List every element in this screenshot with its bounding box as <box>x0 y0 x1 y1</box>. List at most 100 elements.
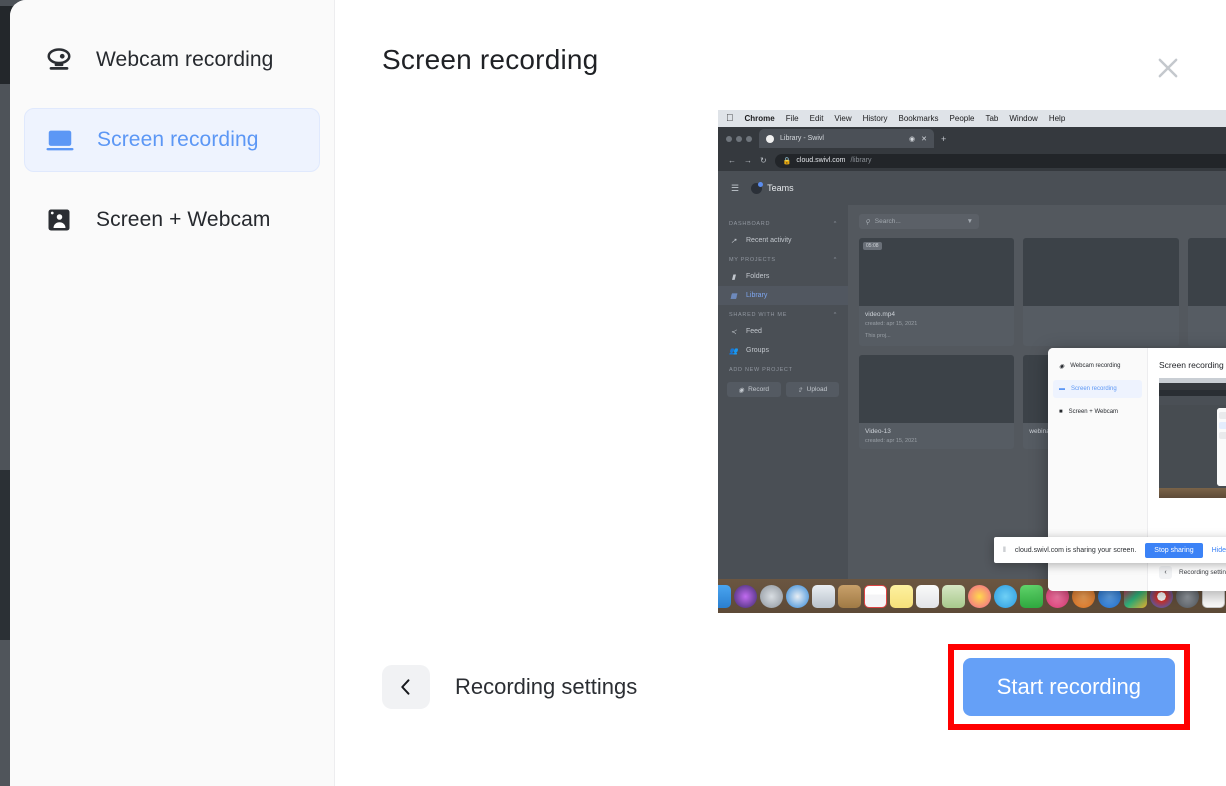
finder-icon[interactable] <box>718 584 731 608</box>
hamburger-icon[interactable]: ☰ <box>731 183 739 194</box>
back-button[interactable] <box>382 665 430 709</box>
deep-nav-row-active[interactable] <box>1219 422 1226 429</box>
contacts-icon[interactable] <box>837 584 861 608</box>
collapse-icon[interactable]: ^ <box>834 257 837 263</box>
app-header: ☰ Teams 🔔 Oksana Kharchenko oksharchenko… <box>718 171 1226 205</box>
maps-icon[interactable] <box>941 584 965 608</box>
tab-title: Library - Swivl <box>780 135 824 142</box>
collapse-icon[interactable]: ^ <box>834 221 837 227</box>
nested-preview[interactable] <box>1159 378 1226 498</box>
video-title: Video-13 <box>865 428 891 435</box>
browser-tab[interactable]: Library - Swivl ◉ ✕ <box>759 129 934 148</box>
menu-window[interactable]: Window <box>1009 114 1037 123</box>
window-controls[interactable] <box>726 135 752 142</box>
video-card[interactable]: 05:08 video.mp4 created: apr 15, 2021 Th… <box>859 238 1015 346</box>
stop-sharing-button[interactable]: Stop sharing <box>1145 542 1203 558</box>
app-body: DASHBOARD ^ ↗ Recent activity MY PROJECT… <box>718 205 1226 591</box>
forward-icon[interactable]: → <box>744 156 752 165</box>
new-tab-button[interactable]: + <box>941 134 946 144</box>
messages-icon[interactable] <box>993 584 1017 608</box>
minimize-window-dot[interactable] <box>736 135 742 142</box>
video-thumbnail[interactable] <box>1187 238 1226 306</box>
sidebar-section-title: SHARED WITH ME ^ <box>729 312 837 318</box>
modal-header: Screen recording <box>382 44 1190 88</box>
deep-nav-row[interactable] <box>1219 412 1226 419</box>
library-icon: ▦ <box>730 292 737 300</box>
nested-nav-item-webcam[interactable]: ◉ Webcam recording <box>1053 357 1142 375</box>
monitor-icon <box>45 125 75 155</box>
screen-webcam-icon <box>44 205 74 235</box>
sidebar-item-recent-activity[interactable]: ↗ Recent activity <box>718 231 848 250</box>
nested-nav-item-screen-webcam[interactable]: ■ Screen + Webcam <box>1053 403 1142 421</box>
facetime-icon[interactable] <box>1019 584 1043 608</box>
screen-preview[interactable]:  Chrome File Edit View History Bookmark… <box>718 110 1226 613</box>
sidebar-item-feed[interactable]: ≺ Feed <box>718 322 848 341</box>
launchpad-icon[interactable] <box>759 584 783 608</box>
nav-item-label: Screen + Webcam <box>96 208 271 231</box>
video-date: created: apr 15, 2021 <box>865 438 918 444</box>
maximize-window-dot[interactable] <box>746 135 752 142</box>
video-card[interactable]: Video-13 created: apr 15, 2021 <box>859 355 1015 449</box>
folder-icon: ▮ <box>731 273 736 281</box>
menu-history[interactable]: History <box>863 114 888 123</box>
drag-handle-icon[interactable]: ‖ <box>1003 547 1006 554</box>
close-button[interactable] <box>1148 48 1188 88</box>
sidebar-item-library[interactable]: ▦ Library <box>718 286 848 305</box>
url-domain: cloud.swivl.com <box>796 157 846 164</box>
url-input[interactable]: 🔒 cloud.swivl.com/library <box>774 153 1226 168</box>
menu-edit[interactable]: Edit <box>810 114 824 123</box>
deep-nav-row[interactable] <box>1219 432 1226 439</box>
modal-pane: Screen recording  Chrome File Edit View… <box>335 0 1226 786</box>
webcam-icon: ◉ <box>1059 363 1065 370</box>
app-sidebar: DASHBOARD ^ ↗ Recent activity MY PROJECT… <box>718 205 848 585</box>
calendar-icon[interactable] <box>863 584 887 608</box>
app-main: ⚲ Search... ▼ ▮ Add Folder + Add New <box>848 205 1226 591</box>
menu-bookmarks[interactable]: Bookmarks <box>899 114 939 123</box>
sidebar-item-groups[interactable]: 👥 Groups <box>718 341 848 360</box>
nested-nav-item-screen[interactable]: ▬ Screen recording <box>1053 380 1142 398</box>
sidebar-item-folders[interactable]: ▮ Folders <box>718 267 848 286</box>
reminders-icon[interactable] <box>915 584 939 608</box>
notes-icon[interactable] <box>889 584 913 608</box>
browser-tab-bar: Library - Swivl ◉ ✕ + <box>718 127 1226 150</box>
close-icon <box>1158 58 1178 78</box>
screen-webcam-icon: ■ <box>1059 409 1063 415</box>
tab-audio-icon[interactable]: ◉ <box>909 135 915 143</box>
start-recording-button[interactable]: Start recording <box>962 658 1175 716</box>
menu-file[interactable]: File <box>786 114 799 123</box>
sidebar-section-title: ADD NEW PROJECT <box>729 367 793 373</box>
menu-tab[interactable]: Tab <box>985 114 998 123</box>
video-thumbnail[interactable] <box>859 355 1015 423</box>
nested-dialog-title: Screen recording <box>1159 360 1224 370</box>
share-message: cloud.swivl.com is sharing your screen. <box>1014 546 1137 554</box>
reload-icon[interactable]: ↻ <box>760 156 767 165</box>
upload-button[interactable]: ⇧ Upload <box>785 382 839 397</box>
menu-view[interactable]: View <box>834 114 851 123</box>
tab-close-icon[interactable]: ✕ <box>921 135 927 143</box>
nav-item-webcam-recording[interactable]: Webcam recording <box>24 28 320 92</box>
nav-item-screen-webcam[interactable]: Screen + Webcam <box>24 188 320 252</box>
siri-icon[interactable] <box>733 584 757 608</box>
menu-people[interactable]: People <box>950 114 975 123</box>
photos-icon[interactable] <box>967 584 991 608</box>
nested-back-button[interactable]: ‹ <box>1159 566 1172 579</box>
nav-item-screen-recording[interactable]: Screen recording <box>24 108 320 172</box>
lock-icon: 🔒 <box>782 157 792 165</box>
video-thumbnail[interactable] <box>1023 238 1179 306</box>
video-card[interactable] <box>1187 238 1226 346</box>
menu-help[interactable]: Help <box>1049 114 1065 123</box>
menu-chrome[interactable]: Chrome <box>745 114 775 123</box>
video-thumbnail[interactable]: 05:08 <box>859 238 1015 306</box>
apple-icon:  <box>726 113 734 124</box>
close-window-dot[interactable] <box>726 135 732 142</box>
preview-icon[interactable] <box>811 584 835 608</box>
hide-button[interactable]: Hide <box>1212 547 1226 554</box>
collapse-icon[interactable]: ^ <box>834 312 837 318</box>
back-icon[interactable]: ← <box>728 156 736 165</box>
safari-icon[interactable] <box>785 584 809 608</box>
record-button[interactable]: ◉ Record <box>727 382 781 397</box>
filter-icon[interactable]: ▼ <box>967 218 973 225</box>
search-input[interactable]: ⚲ Search... ▼ <box>859 214 979 229</box>
record-icon: ◉ <box>738 386 745 394</box>
video-card[interactable] <box>1023 238 1179 346</box>
